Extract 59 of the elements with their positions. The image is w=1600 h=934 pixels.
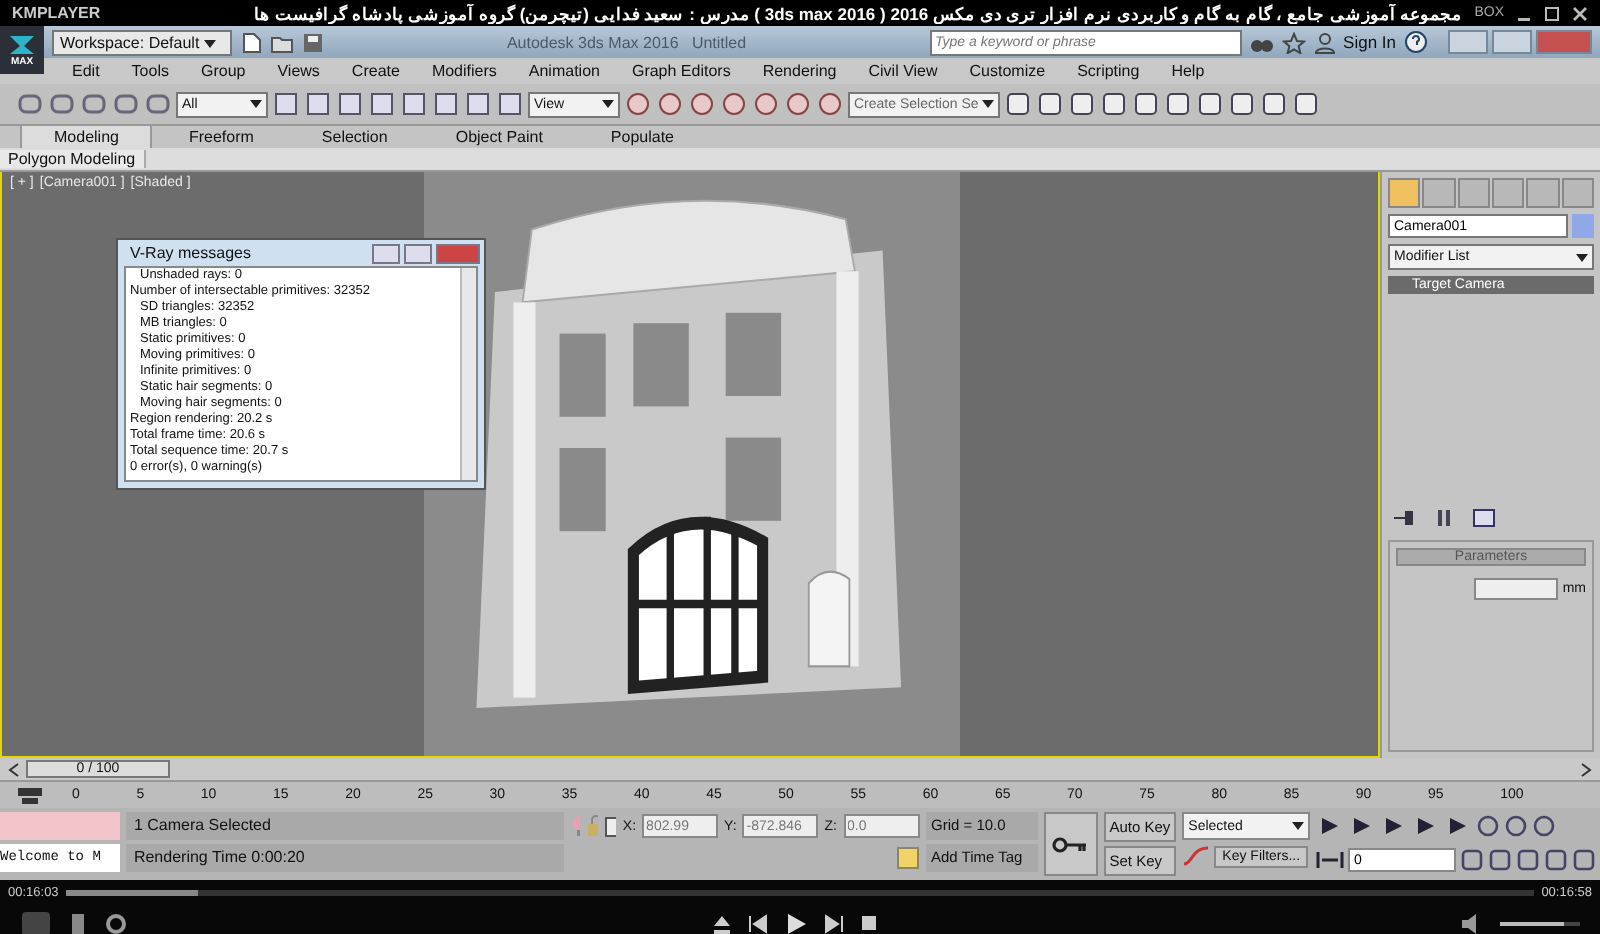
scrollbar[interactable]	[460, 268, 476, 480]
set-key-button[interactable]	[1043, 812, 1098, 876]
menu-item[interactable]: Animation	[512, 62, 616, 80]
previous-frame-icon[interactable]	[8, 761, 20, 777]
render-time-status: Rendering Time 0:00:20	[125, 844, 563, 872]
tangent-icon[interactable]	[1182, 844, 1211, 868]
menu-item[interactable]: Edit	[56, 62, 116, 80]
stop-icon[interactable]	[859, 914, 877, 932]
seek-bar[interactable]	[66, 890, 1534, 896]
menu-item[interactable]: Graph Editors	[615, 62, 747, 80]
close-button[interactable]	[436, 243, 480, 263]
ribbon-tab[interactable]: Freeform	[156, 126, 286, 148]
next-icon[interactable]	[823, 913, 843, 933]
key-mode-icon[interactable]	[1316, 850, 1344, 870]
settings-icon[interactable]	[104, 911, 128, 934]
minimize-button[interactable]	[372, 243, 400, 263]
ribbon-tab[interactable]: Modeling	[20, 124, 153, 148]
workspace-dropdown[interactable]: Workspace: Default	[52, 29, 232, 55]
next-frame-icon[interactable]	[1580, 761, 1592, 777]
maximize-button[interactable]	[404, 243, 432, 263]
track-bar-icon[interactable]	[16, 785, 44, 805]
eject-icon[interactable]	[711, 913, 731, 933]
pin-icon[interactable]	[1392, 506, 1416, 530]
save-icon[interactable]	[302, 31, 324, 53]
player-logo: KMPLAYER	[12, 4, 101, 22]
star-icon[interactable]	[1281, 31, 1306, 53]
play-icon[interactable]	[783, 911, 807, 934]
viewport[interactable]	[0, 172, 1380, 758]
close-icon[interactable]	[1572, 5, 1588, 21]
ribbon-tab[interactable]: Populate	[578, 126, 707, 148]
sign-in-link[interactable]: Sign In	[1343, 32, 1396, 52]
menu-item[interactable]: Civil View	[852, 62, 954, 80]
menu-item[interactable]: Group	[184, 62, 262, 80]
menu-item[interactable]: Help	[1155, 62, 1221, 80]
selection-status: 1 Camera Selected	[125, 812, 563, 840]
script-listener-field[interactable]	[0, 812, 120, 840]
new-file-icon[interactable]	[240, 31, 262, 53]
ribbon-panel-tab[interactable]: Polygon Modeling	[0, 150, 146, 168]
window-title: Autodesk 3ds Max 2016 Untitled	[504, 33, 749, 51]
lens-field[interactable]	[1474, 578, 1559, 600]
pause-icon[interactable]	[1432, 506, 1456, 530]
menu-item[interactable]: Tools	[115, 62, 185, 80]
window-title: V-Ray messages	[130, 244, 253, 262]
previous-icon[interactable]	[747, 913, 767, 933]
menu-item[interactable]: Modifiers	[415, 62, 513, 80]
open-folder-icon[interactable]	[270, 31, 294, 53]
help-icon[interactable]	[1404, 30, 1428, 54]
menu-item[interactable]: Views	[261, 62, 336, 80]
key-icon	[1052, 835, 1089, 853]
menu-item[interactable]: Scripting	[1061, 62, 1156, 80]
menu-item[interactable]: Create	[335, 62, 416, 80]
maximize-icon[interactable]	[1544, 5, 1560, 21]
ribbon-tab[interactable]: Object Paint	[423, 126, 575, 148]
object-color-swatch[interactable]	[1572, 214, 1594, 238]
menu-item[interactable]: Customize	[953, 62, 1062, 80]
ribbon-tab[interactable]: Selection	[289, 126, 420, 148]
menu-item[interactable]: Rendering	[746, 62, 853, 80]
user-icon[interactable]	[1313, 31, 1336, 53]
video-title: مجموعه آموزشی جامع ، گام به گام و کاربردی نرم افزار تری دی مکس 2016 ( 3ds max 2016 ) مدرس : سعید فدایی (تیچرمن) گروه آموزشی پادشاه گرافیست ها	[252, 3, 1463, 23]
